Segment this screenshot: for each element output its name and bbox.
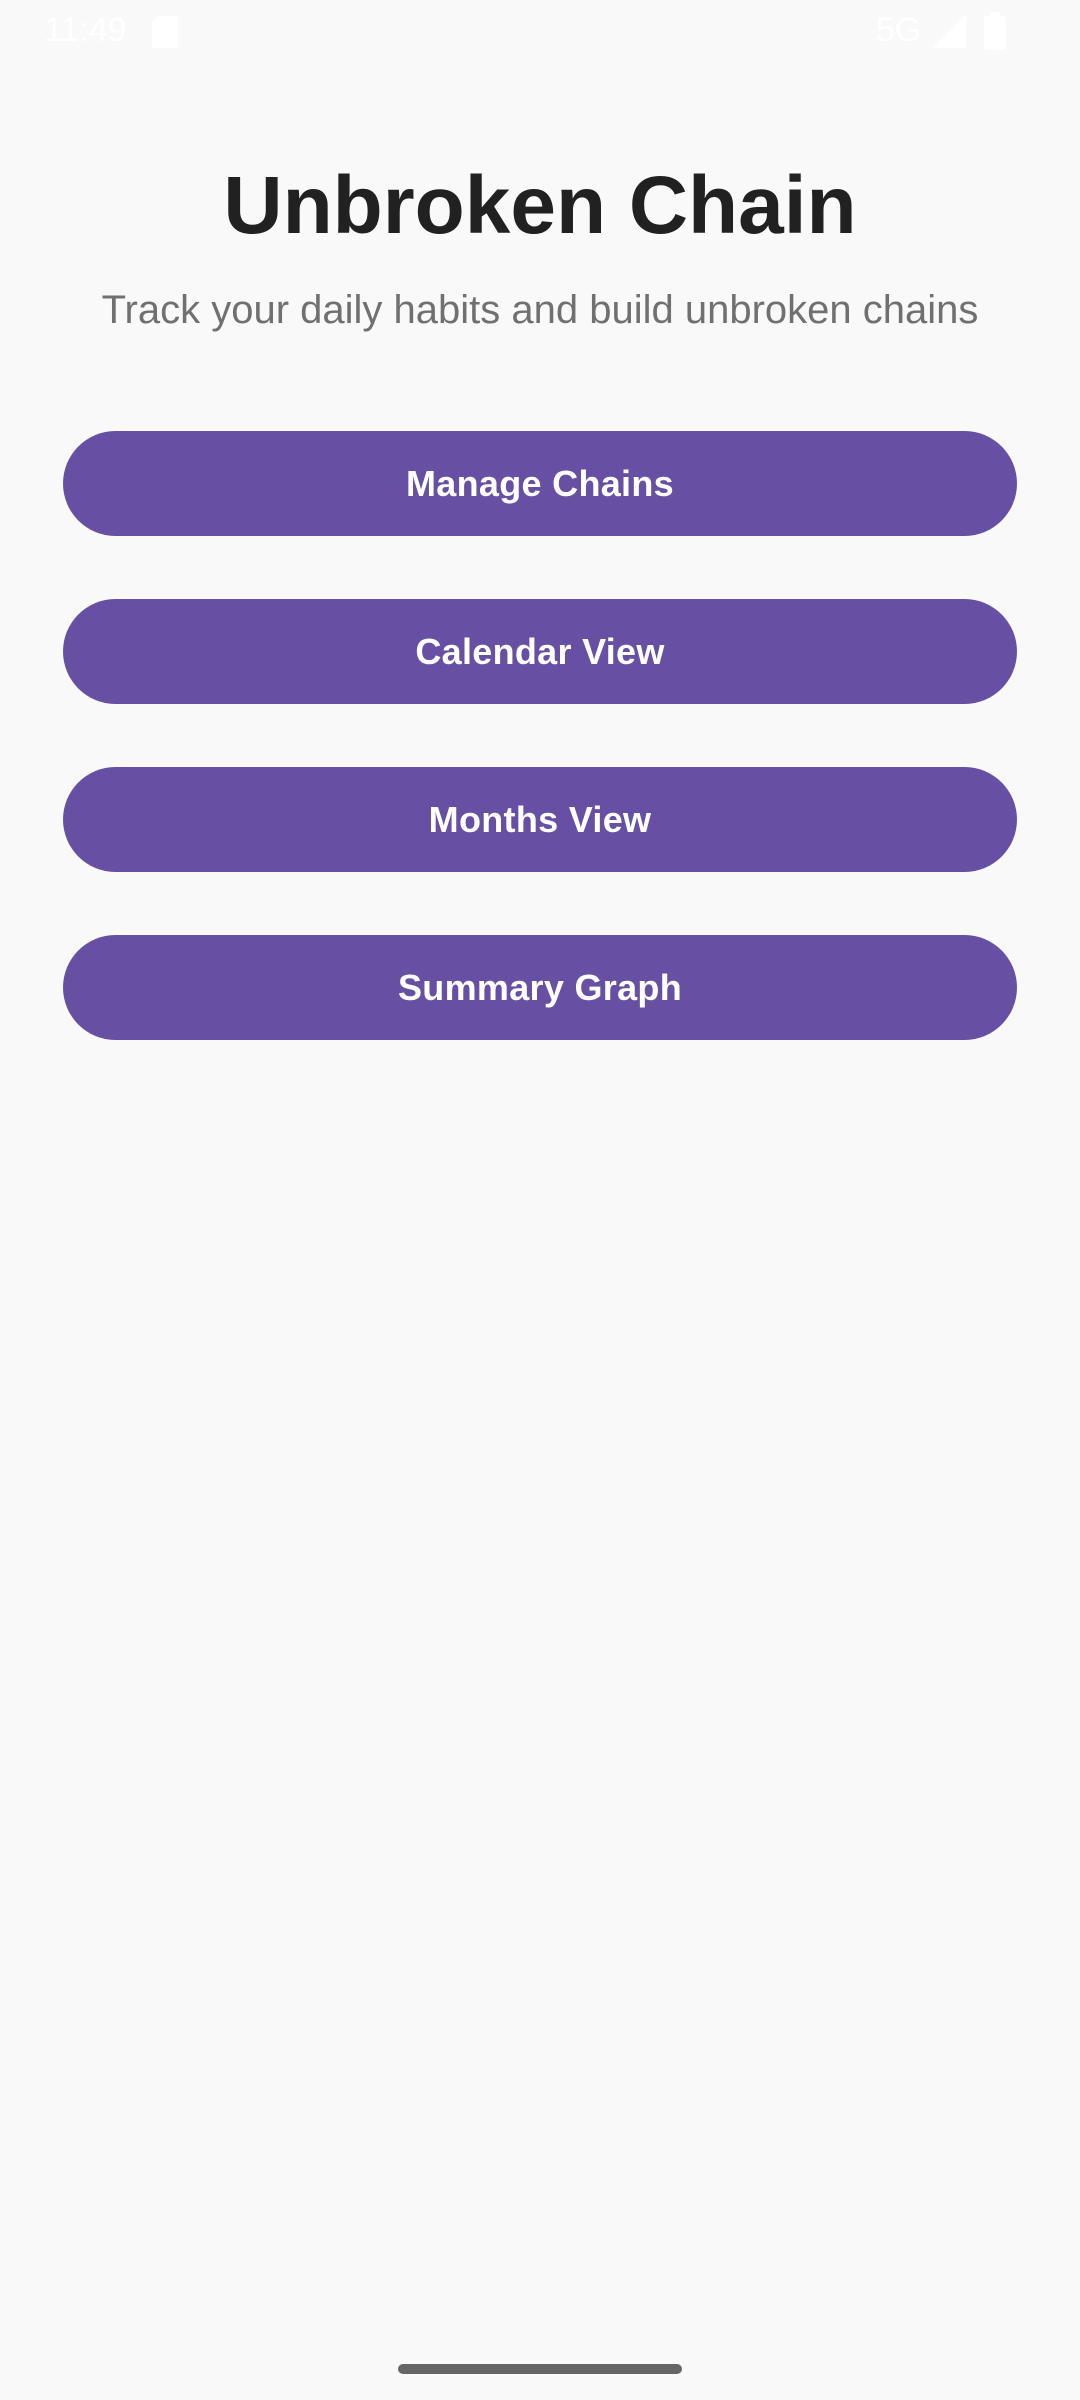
navigation-gesture-bar[interactable] (398, 2364, 682, 2374)
status-bar: 11:49 5G (0, 0, 1080, 62)
main-menu: Manage Chains Calendar View Months View … (63, 431, 1017, 1103)
summary-graph-button[interactable]: Summary Graph (63, 935, 1017, 1040)
network-type-label: 5G (876, 11, 922, 49)
app-title: Unbroken Chain (223, 160, 857, 251)
months-view-button[interactable]: Months View (63, 767, 1017, 872)
home-screen: 11:49 5G Unbroken Chain Track your daily… (0, 0, 1080, 2400)
sim-card-icon (152, 16, 178, 48)
app-subtitle: Track your daily habits and build unbrok… (101, 288, 979, 332)
manage-chains-button[interactable]: Manage Chains (63, 431, 1017, 536)
status-time: 11:49 (44, 11, 127, 49)
battery-icon (984, 12, 1006, 50)
signal-icon (932, 14, 966, 48)
calendar-view-button[interactable]: Calendar View (63, 599, 1017, 704)
